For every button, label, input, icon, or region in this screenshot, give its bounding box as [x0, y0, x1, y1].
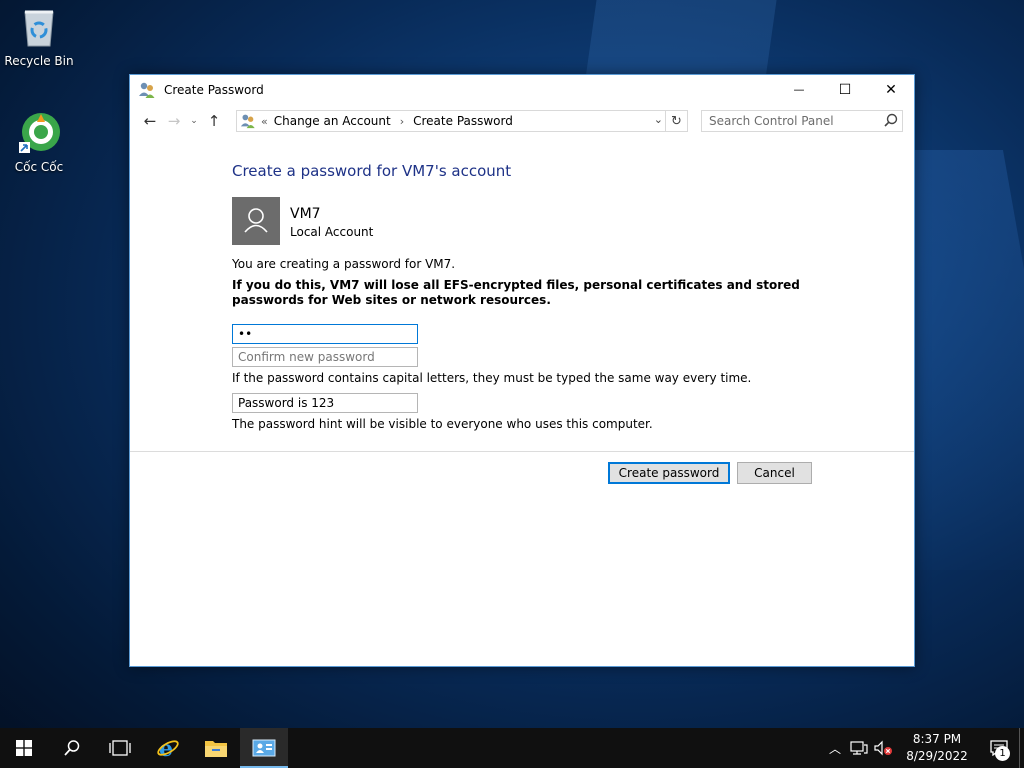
create-password-button[interactable]: Create password: [608, 462, 730, 484]
address-dropdown-icon[interactable]: ⌄: [654, 113, 663, 126]
minimize-icon: —: [793, 83, 805, 96]
clock[interactable]: 8:37 PM 8/29/2022: [905, 731, 969, 765]
task-view-button[interactable]: [96, 728, 144, 768]
taskbar-control-panel[interactable]: [240, 728, 288, 768]
volume-button[interactable]: [871, 728, 895, 768]
close-button[interactable]: ✕: [868, 75, 914, 104]
desktop-icon-recycle-bin[interactable]: Recycle Bin: [1, 6, 77, 68]
taskbar-search-button[interactable]: [48, 728, 96, 768]
address-bar[interactable]: « Change an Account › Create Password ⌄ …: [236, 110, 688, 132]
taskbar: e ︿ 8:37 PM 8/29/2022 1: [0, 728, 1024, 768]
navigation-bar: ← → ⌄ ↑ « Change an Account › Create Pas…: [130, 105, 914, 137]
warning-text: If you do this, VM7 will lose all EFS-en…: [232, 278, 800, 307]
up-button[interactable]: ↑: [202, 109, 226, 133]
divider: [130, 451, 914, 452]
show-hidden-icons-button[interactable]: ︿: [823, 728, 847, 768]
chevron-down-icon: ⌄: [190, 116, 198, 126]
minimize-button[interactable]: —: [776, 75, 822, 104]
window-title: Create Password: [164, 83, 264, 97]
network-button[interactable]: [847, 728, 871, 768]
control-panel-icon: [252, 739, 276, 757]
desktop-icon-label: Recycle Bin: [4, 54, 74, 68]
clock-time: 8:37 PM: [912, 732, 962, 746]
confirm-password-field[interactable]: [232, 347, 418, 367]
action-center-button[interactable]: 1: [979, 728, 1019, 768]
password-hint-field[interactable]: [232, 393, 418, 413]
back-button[interactable]: ←: [138, 109, 162, 133]
page-title: Create a password for VM7's account: [232, 162, 512, 180]
folder-icon: [205, 741, 227, 757]
recycle-bin-icon: [17, 6, 61, 50]
clock-date: 8/29/2022: [906, 749, 968, 763]
account-type: Local Account: [290, 225, 374, 239]
back-arrow-icon: ←: [143, 112, 157, 130]
refresh-icon: ↻: [671, 113, 682, 129]
forward-arrow-icon: →: [167, 112, 181, 130]
control-panel-icon: [240, 113, 256, 129]
system-tray: ︿ 8:37 PM 8/29/2022 1: [823, 728, 1024, 768]
chevron-up-icon: ︿: [828, 741, 841, 756]
taskbar-internet-explorer[interactable]: e: [144, 728, 192, 768]
coccoc-browser-icon: [17, 112, 61, 156]
new-password-field[interactable]: [232, 324, 418, 344]
maximize-button[interactable]: ☐: [822, 75, 868, 104]
desktop-icon-label: Cốc Cốc: [14, 160, 64, 174]
internet-explorer-icon: e: [157, 736, 179, 760]
up-arrow-icon: ↑: [207, 112, 221, 130]
search-box[interactable]: [701, 110, 903, 132]
capital-letters-note: If the password contains capital letters…: [232, 371, 752, 385]
forward-button[interactable]: →: [162, 109, 186, 133]
maximize-icon: ☐: [838, 81, 852, 98]
breadcrumb-change-account[interactable]: Change an Account: [274, 114, 391, 128]
taskbar-file-explorer[interactable]: [192, 728, 240, 768]
search-icon[interactable]: [880, 111, 902, 131]
refresh-button[interactable]: ↻: [665, 111, 687, 131]
desktop-icon-coccoc[interactable]: Cốc Cốc: [1, 112, 77, 174]
user-avatar-icon: [232, 197, 280, 245]
search-input[interactable]: [702, 114, 880, 128]
windows-logo-icon: [16, 740, 32, 756]
info-text: You are creating a password for VM7.: [232, 257, 456, 271]
breadcrumb-overflow[interactable]: «: [261, 115, 268, 128]
close-icon: ✕: [885, 81, 897, 98]
user-accounts-icon: [138, 81, 156, 99]
breadcrumb-create-password[interactable]: Create Password: [413, 114, 513, 128]
show-desktop-button[interactable]: [1019, 728, 1024, 768]
create-password-window: Create Password — ☐ ✕ ← → ⌄ ↑ « Change a…: [129, 74, 915, 667]
search-icon: [64, 740, 80, 756]
network-icon: [850, 741, 868, 755]
title-bar[interactable]: Create Password — ☐ ✕: [130, 75, 914, 105]
volume-muted-icon: [874, 740, 892, 756]
account-name: VM7: [290, 206, 321, 222]
recent-locations-button[interactable]: ⌄: [186, 109, 202, 133]
cancel-button[interactable]: Cancel: [737, 462, 812, 484]
notification-count-badge: 1: [995, 746, 1010, 761]
breadcrumb-separator-icon[interactable]: ›: [400, 115, 404, 128]
hint-visibility-note: The password hint will be visible to eve…: [232, 417, 653, 431]
start-button[interactable]: [0, 728, 48, 768]
task-view-icon: [109, 740, 131, 756]
